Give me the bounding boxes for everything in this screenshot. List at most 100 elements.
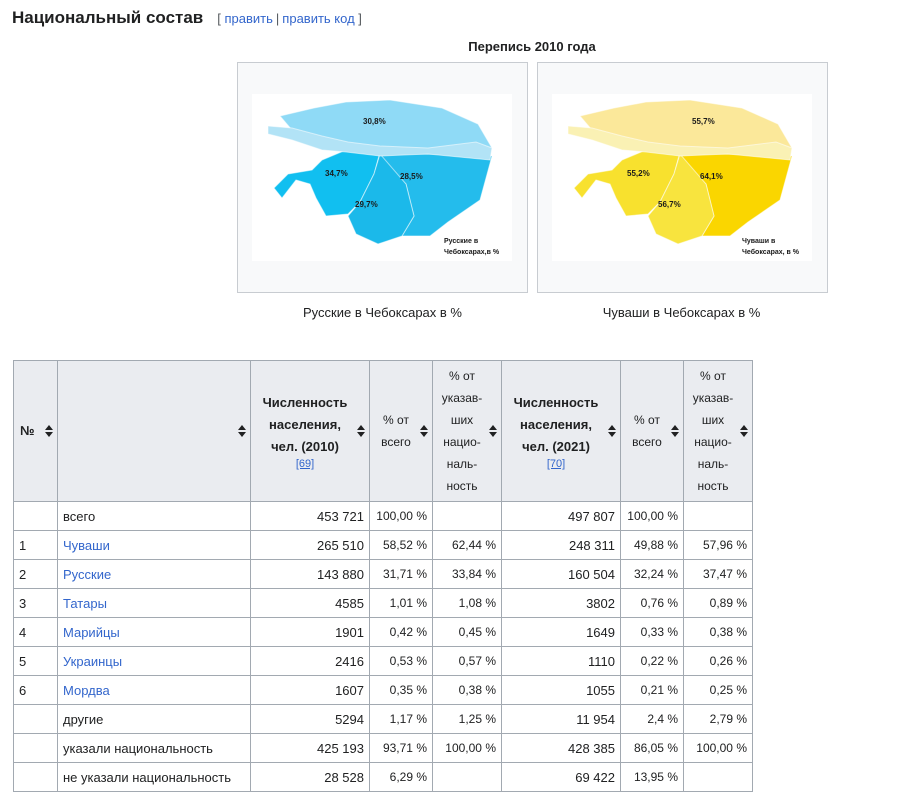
sort-icon[interactable] (238, 425, 246, 437)
map-chuvash-label-1: 55,7% (692, 117, 715, 126)
population-2010: 1607 (250, 675, 370, 705)
map-chuvash-legend-1: Чуваши в (742, 238, 776, 245)
nationality-link[interactable]: Русские (63, 567, 111, 582)
sort-icon[interactable] (420, 425, 428, 437)
nationality-link[interactable]: Марийцы (63, 625, 120, 640)
map-russians-legend-2: Чебоксарах,в % (444, 248, 500, 256)
row-index (13, 501, 58, 531)
reference-link-69[interactable]: [69] (257, 458, 353, 470)
pct-total-2021: 13,95 % (620, 762, 684, 792)
pct-declared-2010: 1,25 % (432, 704, 502, 734)
nationality-link[interactable]: Мордва (63, 683, 110, 698)
pct-declared-2010: 33,84 % (432, 559, 502, 589)
pct-total-2010: 58,52 % (369, 530, 433, 560)
header-nationality[interactable] (57, 360, 251, 502)
row-index: 2 (13, 559, 58, 589)
pct-declared-2021: 2,79 % (683, 704, 753, 734)
gallery-title: Перепись 2010 года (468, 39, 596, 54)
table-row: указали национальность 425 193 93,71 % 100,… (13, 733, 753, 763)
population-2021: 497 807 (501, 501, 621, 531)
map-chuvash-frame[interactable]: 55,7% 55,2% 64,1% 56,7% Чуваши в Чебокса… (537, 62, 828, 293)
map-russians: 30,8% 34,7% 28,5% 29,7% Русские в Чебокс… (252, 94, 512, 261)
map-russians-label-3: 28,5% (400, 172, 423, 181)
header-pct-total-2010[interactable]: % от всего (369, 360, 433, 502)
nationality-link[interactable]: Татары (63, 596, 107, 611)
population-2021: 428 385 (501, 733, 621, 763)
row-index: 3 (13, 588, 58, 618)
population-2021: 1110 (501, 646, 621, 676)
nationality-name: Русские (57, 559, 251, 589)
table-row: не указали национальность 28 528 6,29 % 69 … (13, 762, 753, 792)
table-row: 4 Марийцы 1901 0,42 % 0,45 % 1649 0,33 % 0,38 % (13, 617, 753, 647)
nationality-name: Украинцы (57, 646, 251, 676)
nationality-name: всего (57, 501, 251, 531)
pct-total-2010: 100,00 % (369, 501, 433, 531)
map-chuvash-label-3: 64,1% (700, 172, 723, 181)
pct-total-2010: 0,35 % (369, 675, 433, 705)
map-russians-label-1: 30,8% (363, 117, 386, 126)
row-index: 4 (13, 617, 58, 647)
population-2021: 69 422 (501, 762, 621, 792)
row-index (13, 733, 58, 763)
pct-declared-2021: 100,00 % (683, 733, 753, 763)
table-row: 6 Мордва 1607 0,35 % 0,38 % 1055 0,21 % 0,25 % (13, 675, 753, 705)
pct-declared-2021: 57,96 % (683, 530, 753, 560)
map-chuvash-label-2: 55,2% (627, 169, 650, 178)
row-index: 1 (13, 530, 58, 560)
reference-link-70[interactable]: [70] (508, 458, 604, 470)
table-header-row: № Численность населения, чел. (2010) [69… (13, 360, 753, 502)
population-2010: 425 193 (250, 733, 370, 763)
pct-declared-2010: 0,57 % (432, 646, 502, 676)
ethnic-composition-table: № Численность населения, чел. (2010) [69… (13, 360, 753, 792)
nationality-link[interactable]: Чуваши (63, 538, 110, 553)
population-2010: 453 721 (250, 501, 370, 531)
nationality-name: другие (57, 704, 251, 734)
header-pct-declared-2021[interactable]: % от указав- ших нацио- наль- ность (683, 360, 753, 502)
row-index (13, 704, 58, 734)
table-row: другие 5294 1,17 % 1,25 % 11 954 2,4 % 2,79 % (13, 704, 753, 734)
pct-total-2021: 0,21 % (620, 675, 684, 705)
header-pct-declared-2010[interactable]: % от указав- ших нацио- наль- ность (432, 360, 502, 502)
nationality-name: Марийцы (57, 617, 251, 647)
table-row: 5 Украинцы 2416 0,53 % 0,57 % 1110 0,22 % 0,26 … (13, 646, 753, 676)
nationality-link[interactable]: Украинцы (63, 654, 122, 669)
map-chuvash-caption: Чуваши в Чебоксарах в % (602, 305, 761, 320)
population-2021: 1055 (501, 675, 621, 705)
edit-bracket-open: [ (217, 11, 221, 26)
population-2021: 160 504 (501, 559, 621, 589)
map-russians-label-4: 29,7% (355, 200, 378, 209)
header-population-2021[interactable]: Численность населения, чел. (2021) [70] (501, 360, 621, 502)
edit-link[interactable]: править (225, 11, 273, 26)
table-body: всего 453 721 100,00 % 497 807 100,00 % 1 Чува… (13, 501, 753, 792)
pct-total-2010: 6,29 % (369, 762, 433, 792)
edit-links: [ править | править код ] (217, 11, 362, 26)
sort-icon[interactable] (740, 425, 748, 437)
population-2010: 265 510 (250, 530, 370, 560)
edit-code-link[interactable]: править код (282, 11, 354, 26)
nationality-name: Мордва (57, 675, 251, 705)
sort-icon[interactable] (489, 425, 497, 437)
pct-total-2021: 2,4 % (620, 704, 684, 734)
sort-icon[interactable] (45, 425, 53, 437)
pct-total-2021: 0,76 % (620, 588, 684, 618)
map-russians-legend-1: Русские в (444, 238, 479, 245)
sort-icon[interactable] (608, 425, 616, 437)
section-heading: Национальный состав [ править | править ко… (12, 8, 362, 30)
pct-total-2010: 1,17 % (369, 704, 433, 734)
map-chuvash-legend-2: Чебоксарах, в % (742, 248, 800, 256)
row-index: 6 (13, 675, 58, 705)
edit-bracket-close: ] (358, 11, 362, 26)
map-russians-frame[interactable]: 30,8% 34,7% 28,5% 29,7% Русские в Чебокс… (237, 62, 528, 293)
header-population-2010[interactable]: Численность населения, чел. (2010) [69] (250, 360, 370, 502)
population-2010: 143 880 (250, 559, 370, 589)
header-no[interactable]: № (13, 360, 58, 502)
pct-declared-2010: 0,45 % (432, 617, 502, 647)
pct-declared-2021 (683, 501, 753, 531)
pct-declared-2021: 0,38 % (683, 617, 753, 647)
header-pct-total-2021[interactable]: % от всего (620, 360, 684, 502)
population-2021: 248 311 (501, 530, 621, 560)
sort-icon[interactable] (671, 425, 679, 437)
sort-icon[interactable] (357, 425, 365, 437)
pct-declared-2021: 0,26 % (683, 646, 753, 676)
pct-declared-2021: 0,25 % (683, 675, 753, 705)
